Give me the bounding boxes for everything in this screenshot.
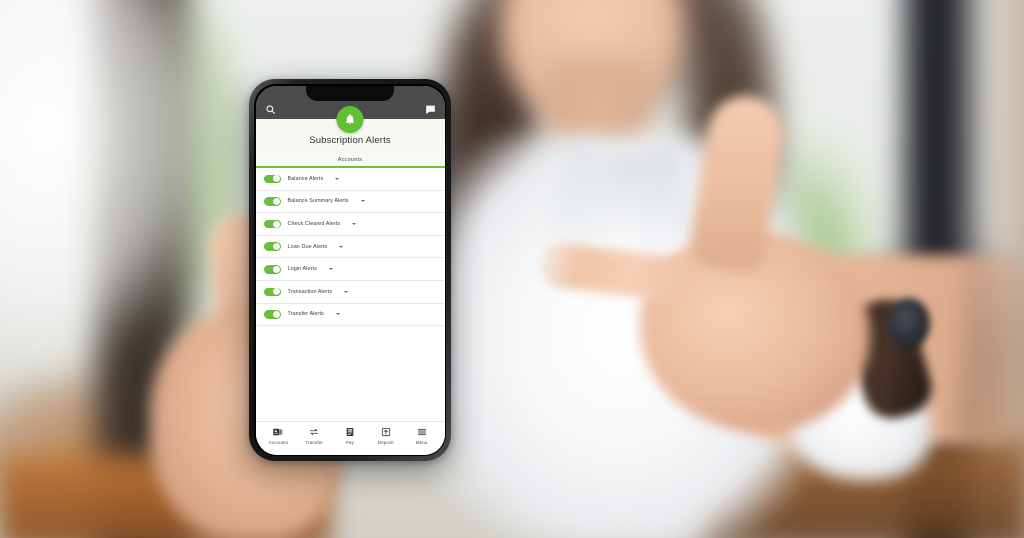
alert-toggle[interactable]: [263, 287, 281, 297]
toggle-knob: [272, 265, 280, 273]
nav-item-transfer[interactable]: Transfer: [297, 427, 331, 445]
alert-toggle[interactable]: [263, 310, 281, 319]
list-item[interactable]: Loan Due Alerts: [255, 236, 445, 259]
deposit-upload-icon: [381, 427, 391, 437]
nav-item-pay[interactable]: Pay: [333, 427, 367, 445]
alert-label: Transaction Alerts: [287, 288, 333, 295]
chevron-down-icon[interactable]: [328, 268, 333, 271]
bottom-navigation-bar: Accounts Transfer Pay Deposit Menu: [255, 420, 445, 455]
phone-screen: Subscription Alerts Accounts Balance Ale…: [255, 85, 445, 455]
list-item[interactable]: Transfer Alerts: [255, 304, 445, 327]
watch-face: [888, 298, 930, 348]
tab-accounts[interactable]: Accounts: [338, 157, 363, 163]
nav-label: Deposit: [377, 439, 394, 445]
nav-label: Menu: [415, 439, 428, 445]
list-item[interactable]: Balance Summary Alerts: [255, 191, 445, 214]
chevron-down-icon[interactable]: [335, 177, 340, 180]
list-item[interactable]: Check Cleared Alerts: [255, 213, 445, 236]
alert-toggle[interactable]: [263, 174, 281, 184]
search-icon[interactable]: [265, 104, 276, 115]
alert-label: Loan Due Alerts: [287, 243, 328, 250]
transfer-arrows-icon: [309, 427, 319, 437]
nav-item-accounts[interactable]: Accounts: [261, 427, 295, 445]
toggle-knob: [272, 288, 280, 296]
nav-label: Transfer: [305, 439, 323, 445]
toggle-knob: [272, 310, 280, 318]
page-title: Subscription Alerts: [309, 134, 391, 146]
toggle-knob: [272, 220, 280, 228]
alert-label: Check Cleared Alerts: [287, 221, 341, 228]
alert-label: Transfer Alerts: [287, 311, 324, 318]
bell-icon: [336, 105, 364, 133]
alert-toggle[interactable]: [263, 197, 281, 206]
pay-bill-icon: [345, 427, 355, 437]
phone-bezel: Subscription Alerts Accounts Balance Ale…: [254, 84, 446, 456]
toggle-knob: [272, 175, 280, 183]
chevron-down-icon[interactable]: [360, 200, 365, 203]
list-item[interactable]: Login Alerts: [255, 258, 445, 282]
chevron-down-icon[interactable]: [335, 313, 340, 316]
alert-label: Balance Summary Alerts: [287, 198, 349, 205]
nav-label: Accounts: [268, 439, 289, 445]
alert-toggle[interactable]: [263, 265, 281, 274]
photo-scene: [0, 0, 1024, 538]
nav-item-menu[interactable]: Menu: [405, 427, 439, 445]
toggle-knob: [272, 243, 280, 251]
alert-label: Balance Alerts: [287, 175, 324, 182]
alert-toggle[interactable]: [263, 219, 281, 229]
alert-toggle[interactable]: [263, 242, 281, 251]
tabs-row: Accounts: [256, 157, 445, 166]
smartphone-device: Subscription Alerts Accounts Balance Ale…: [249, 79, 451, 461]
toggle-knob: [272, 197, 280, 206]
alert-label: Login Alerts: [287, 266, 317, 273]
chevron-down-icon[interactable]: [352, 223, 357, 226]
nav-label: Pay: [345, 439, 355, 445]
list-item[interactable]: Transaction Alerts: [255, 281, 445, 304]
list-item[interactable]: Balance Alerts: [255, 168, 445, 191]
chevron-down-icon[interactable]: [339, 245, 344, 248]
chevron-down-icon[interactable]: [344, 290, 349, 293]
nav-item-deposit[interactable]: Deposit: [369, 427, 403, 445]
phone-notch: [306, 85, 394, 101]
alerts-list: Balance Alerts Balance Summary Alerts Ch…: [255, 168, 445, 421]
chat-bubble-icon[interactable]: [425, 104, 436, 115]
accounts-card-icon: [273, 427, 283, 437]
menu-list-icon: [417, 427, 427, 437]
